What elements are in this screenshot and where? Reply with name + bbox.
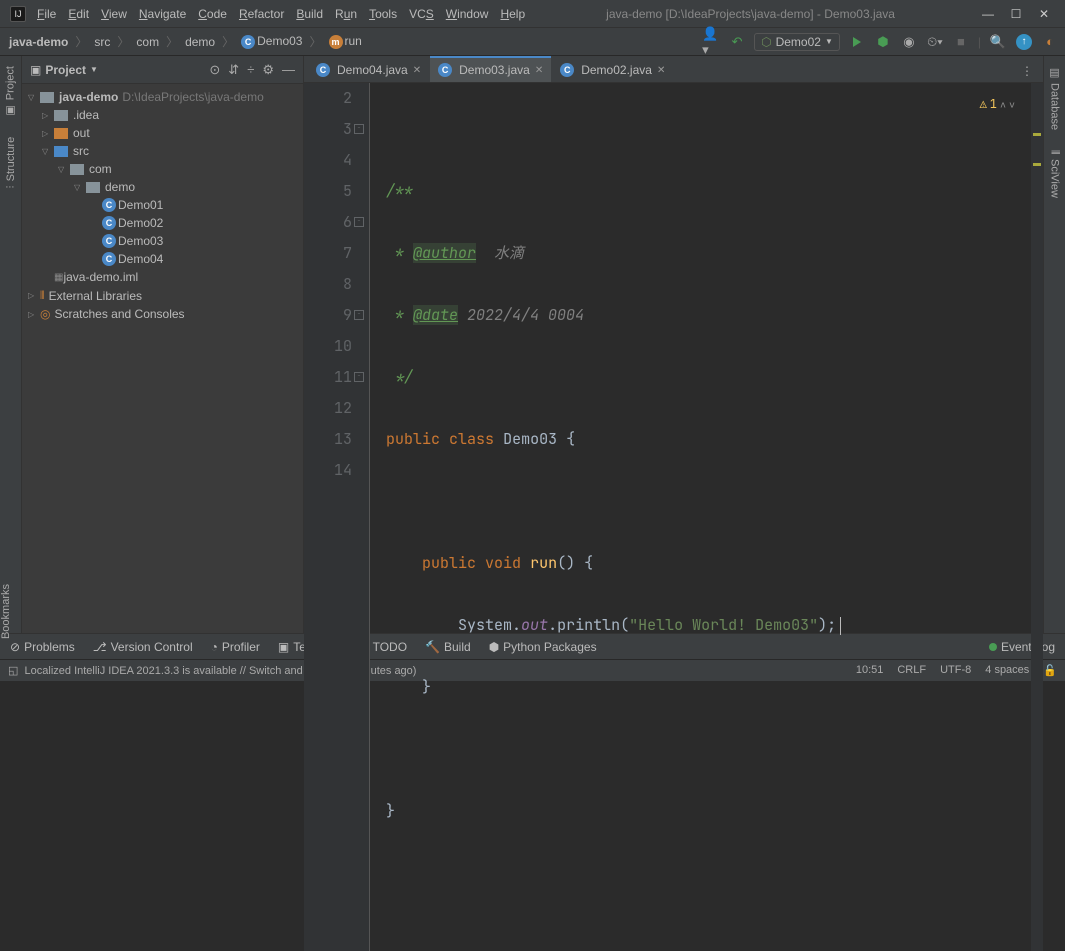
back-build-icon[interactable]: ↶ — [728, 33, 746, 51]
tree-iml[interactable]: ▦ java-demo.iml — [22, 268, 303, 286]
menu-tools[interactable]: Tools — [364, 4, 402, 24]
crumb-com[interactable]: com — [133, 34, 162, 50]
sidebar-project-stripe[interactable]: ▣ Project — [4, 62, 17, 121]
select-opened-file-icon[interactable]: ⊙ — [209, 62, 220, 78]
menu-code[interactable]: Code — [193, 4, 232, 24]
tree-src[interactable]: ▽src — [22, 142, 303, 160]
tab-demo04[interactable]: CDemo04.java✕ — [308, 56, 429, 82]
menu-view[interactable]: View — [96, 4, 132, 24]
menu-edit[interactable]: Edit — [63, 4, 94, 24]
tree-idea[interactable]: ▷.idea — [22, 106, 303, 124]
project-tree: ▽java-demoD:\IdeaProjects\java-demo ▷.id… — [22, 84, 303, 633]
tab-demo03[interactable]: CDemo03.java✕ — [430, 56, 551, 82]
debug-button[interactable]: ⬢ — [874, 33, 892, 51]
menu-file[interactable]: File — [32, 4, 61, 24]
crumb-src[interactable]: src — [91, 34, 113, 50]
inspection-widget[interactable]: ⚠ 1 ∧ ∨ — [980, 89, 1015, 120]
expand-all-icon[interactable]: ⇵ — [228, 62, 239, 78]
project-tool-icon: ▣ — [30, 63, 41, 77]
ide-settings-icon[interactable]: ◐ — [1041, 33, 1059, 51]
crumb-class[interactable]: CDemo03 — [238, 33, 305, 50]
close-icon[interactable]: ✕ — [413, 65, 421, 76]
tree-com[interactable]: ▽com — [22, 160, 303, 178]
update-icon[interactable]: ↑ — [1015, 33, 1033, 51]
coverage-button[interactable]: ◉ — [900, 33, 918, 51]
stop-button[interactable]: ■ — [952, 33, 970, 51]
maximize-button[interactable]: ☐ — [1009, 7, 1023, 21]
menu-vcs[interactable]: VCS — [404, 4, 439, 24]
main-menu: File Edit View Navigate Code Refactor Bu… — [32, 4, 530, 24]
close-button[interactable]: ✕ — [1037, 7, 1051, 21]
breadcrumb: java-demo 〉 src 〉 com 〉 demo 〉 CDemo03 〉… — [6, 33, 365, 50]
tree-out[interactable]: ▷out — [22, 124, 303, 142]
tree-ext-libs[interactable]: ▷External Libraries — [22, 286, 303, 305]
sidebar-structure-stripe[interactable]: ⫶ Structure — [5, 133, 17, 192]
search-icon[interactable]: 🔍 — [989, 33, 1007, 51]
code-editor[interactable]: 2 3− 4 5 6− 7 8 9− 10 11− 12 13 14 /** *… — [304, 83, 1043, 951]
menu-navigate[interactable]: Navigate — [134, 4, 191, 24]
error-stripe[interactable] — [1031, 83, 1043, 951]
menu-window[interactable]: Window — [441, 4, 494, 24]
menu-refactor[interactable]: Refactor — [234, 4, 289, 24]
menu-help[interactable]: Help — [495, 4, 530, 24]
tabs-more-icon[interactable]: ⋮ — [1017, 60, 1037, 82]
crumb-method[interactable]: mrun — [326, 33, 365, 50]
tree-file-demo01[interactable]: CDemo01 — [22, 196, 303, 214]
run-config-dropdown[interactable]: ⬡ Demo02 ▼ — [754, 33, 840, 51]
add-user-icon[interactable]: 👤▾ — [702, 33, 720, 51]
close-icon[interactable]: ✕ — [657, 65, 665, 76]
settings-icon[interactable]: ⚙ — [262, 62, 274, 78]
tab-demo02[interactable]: CDemo02.java✕ — [552, 56, 673, 82]
tree-file-demo02[interactable]: CDemo02 — [22, 214, 303, 232]
line-gutter: 2 3− 4 5 6− 7 8 9− 10 11− 12 13 14 — [304, 83, 370, 951]
toolwin-profiler[interactable]: ◔ Profiler — [211, 640, 260, 654]
sidebar-database-stripe[interactable]: ▤ Database — [1048, 62, 1061, 134]
prev-highlight-icon[interactable]: ∧ — [1000, 89, 1006, 120]
profile-button[interactable]: ⏲▾ — [926, 33, 944, 51]
ide-logo-icon: IJ — [10, 6, 26, 22]
window-title: java-demo [D:\IdeaProjects\java-demo] - … — [530, 7, 971, 21]
tree-file-demo04[interactable]: CDemo04 — [22, 250, 303, 268]
menu-run[interactable]: Run — [330, 4, 362, 24]
sidebar-sciview-stripe[interactable]: ⫴ SciView — [1049, 146, 1061, 202]
project-view-dropdown[interactable]: ▼ — [90, 65, 98, 74]
minimize-button[interactable]: — — [981, 7, 995, 21]
crumb-project[interactable]: java-demo — [6, 34, 71, 50]
project-tool-title: Project — [45, 63, 86, 77]
collapse-all-icon[interactable]: ÷ — [247, 62, 254, 78]
crumb-demo[interactable]: demo — [182, 34, 218, 50]
toolwin-vcs[interactable]: ⎇ Version Control — [93, 640, 193, 654]
sidebar-bookmarks-stripe[interactable]: Bookmarks — [0, 578, 12, 645]
run-button[interactable] — [848, 33, 866, 51]
close-icon[interactable]: ✕ — [535, 65, 543, 76]
tree-root[interactable]: ▽java-demoD:\IdeaProjects\java-demo — [22, 88, 303, 106]
tree-demo[interactable]: ▽demo — [22, 178, 303, 196]
tree-file-demo03[interactable]: CDemo03 — [22, 232, 303, 250]
next-highlight-icon[interactable]: ∨ — [1009, 89, 1015, 120]
tree-scratches[interactable]: ▷◎Scratches and Consoles — [22, 305, 303, 323]
menu-build[interactable]: Build — [291, 4, 328, 24]
hide-tool-icon[interactable]: — — [282, 62, 295, 78]
